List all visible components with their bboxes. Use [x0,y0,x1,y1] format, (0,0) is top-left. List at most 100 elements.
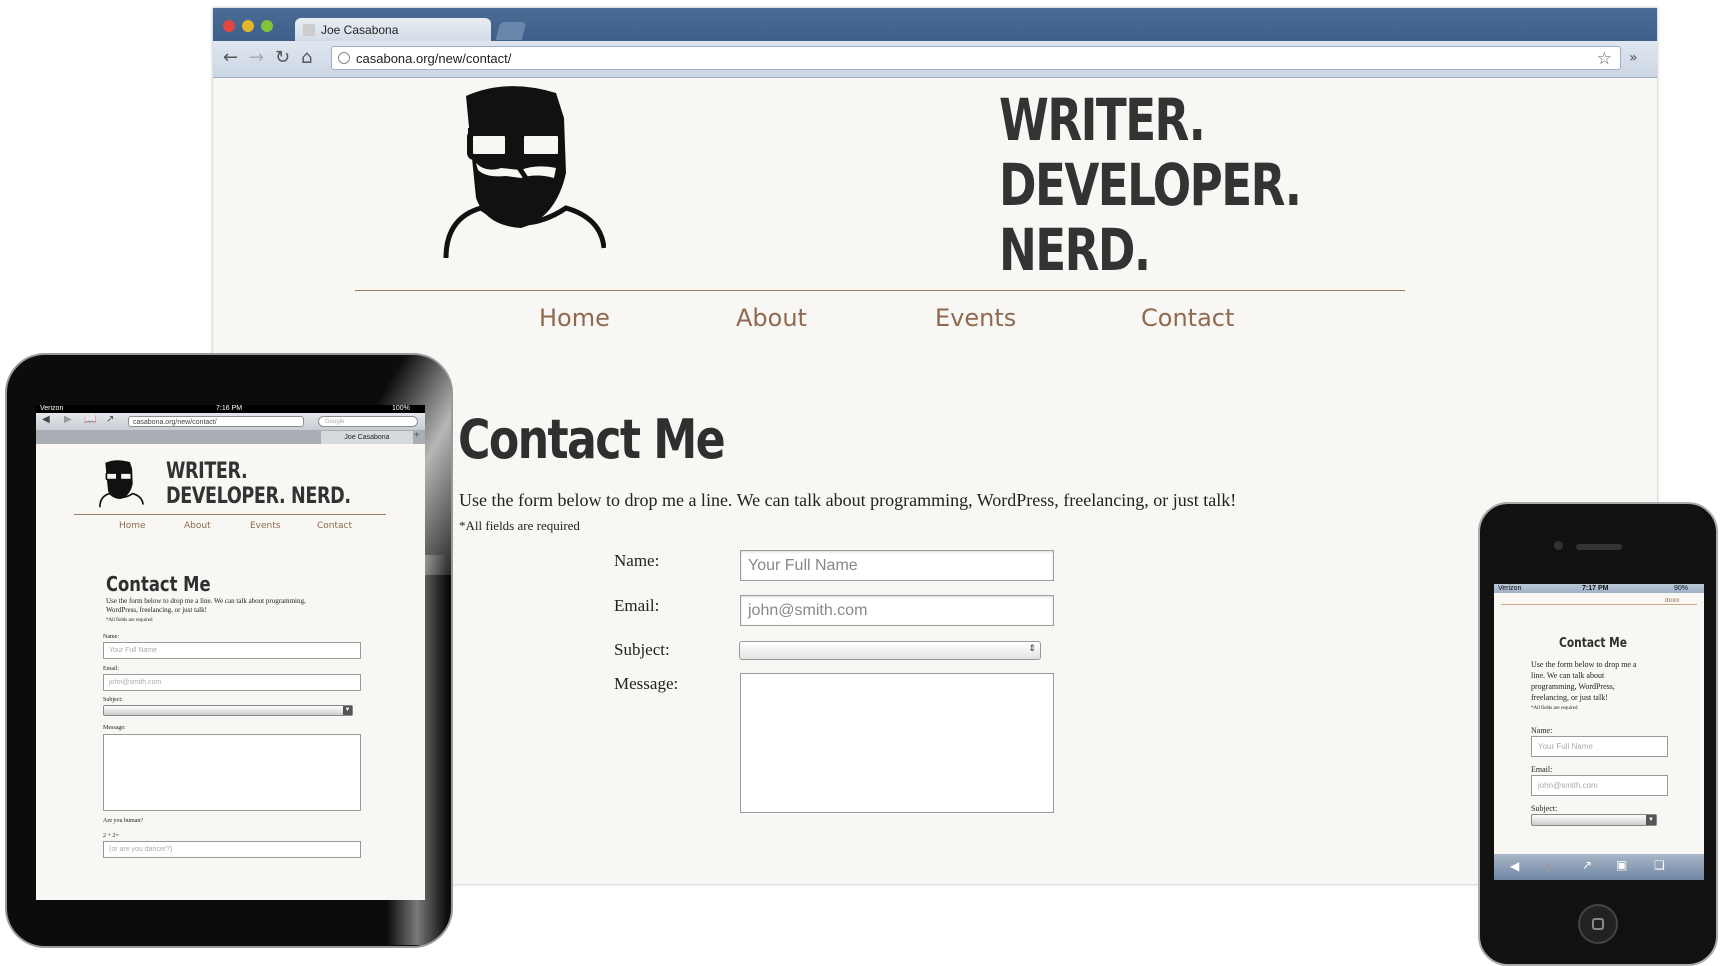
intro-text: Use the form below to drop me a line. We… [459,490,1237,510]
ipad-tagline-1: WRITER. [166,459,248,484]
ipad-nav-events[interactable]: Events [250,521,280,531]
ipad-battery: 100% [392,405,410,412]
ipad-status-bar: Verizon 7:16 PM 100% [36,405,425,413]
ipad-bookmarks-icon[interactable]: 📖 [84,414,96,425]
ipad-search-field[interactable]: Google [318,416,418,427]
iphone-bookmarks-icon[interactable]: ▣ [1616,858,1627,873]
ipad-name-input[interactable]: Your Full Name [103,642,361,659]
ipad-name-label: Name: [103,634,119,640]
iphone-page-title: Contact Me [1559,636,1627,651]
tagline-line-2: DEVELOPER. [999,151,1302,219]
new-tab-button[interactable] [495,22,527,40]
iphone-tabs-icon[interactable]: ❏ [1654,858,1665,873]
nav-contact-link[interactable]: Contact [1141,304,1234,332]
tagline-line-1: WRITER. [999,86,1206,154]
iphone-share-icon[interactable]: ↗ [1582,858,1592,873]
ipad-back-icon[interactable]: ◀ [42,414,50,425]
iphone-select-chevron-down-icon: ▼ [1646,815,1656,825]
minimize-window-button[interactable] [242,20,254,32]
ipad-time: 7:16 PM [216,405,243,412]
iphone-time: 7:17 PM [1582,585,1609,592]
ipad-screen: Verizon 7:16 PM 100% ◀ ▶ 📖 ↗ casabona.or… [36,405,425,900]
ipad-safari-toolbar: ◀ ▶ 📖 ↗ casabona.org/new/contact/ Google [36,413,425,430]
iphone-name-input[interactable]: Your Full Name [1531,736,1668,757]
home-square-icon [1592,918,1604,930]
ipad-carrier: Verizon [40,405,64,412]
iphone-device: Verizon 7:17 PM 90% more Contact Me Use … [1478,502,1718,966]
ipad-captcha-label: 2 + 2= [103,833,119,839]
iphone-more-link[interactable]: more [1665,596,1679,604]
iphone-speaker [1576,544,1622,550]
ipad-new-tab-icon[interactable]: + [414,430,420,441]
required-note: *All fields are required [459,518,580,533]
subject-label: Subject: [614,640,670,659]
browser-titlebar: Joe Casabona [213,8,1657,42]
chevron-right-icon[interactable]: » [1629,50,1638,66]
address-bar[interactable]: casabona.org/new/contact/ ☆ [331,46,1621,70]
ipad-page-title: Contact Me [106,572,211,596]
forward-arrow-icon[interactable]: → [249,47,264,68]
ipad-human-label: Are you human? [103,818,143,824]
page-title: Contact Me [458,408,726,471]
ipad-tab-strip: Joe Casabona + [36,430,425,444]
ipad-subject-label: Subject: [103,697,123,703]
reload-icon[interactable]: ↻ [275,47,290,68]
ipad-nav-home[interactable]: Home [119,521,146,531]
nav-home-link[interactable]: Home [539,304,610,332]
ipad-device: Verizon 7:16 PM 100% ◀ ▶ 📖 ↗ casabona.or… [5,353,453,948]
iphone-subject-select[interactable]: ▼ [1531,814,1657,826]
iphone-carrier: Verizon [1498,585,1522,592]
ipad-nav-contact[interactable]: Contact [317,521,352,531]
iphone-email-label: Email: [1531,765,1553,774]
ipad-divider [74,514,386,515]
back-arrow-icon[interactable]: ← [223,47,238,68]
iphone-forward-icon[interactable]: ▶ [1546,859,1555,874]
zoom-window-button[interactable] [261,20,273,32]
name-input[interactable]: Your Full Name [740,550,1054,581]
iphone-home-button[interactable] [1578,904,1618,944]
header-divider [355,290,1405,291]
ipad-message-textarea[interactable] [103,734,361,811]
email-input[interactable]: john@smith.com [740,595,1054,626]
ipad-message-label: Message: [103,725,126,731]
browser-tab[interactable]: Joe Casabona [295,18,491,42]
ipad-required-note: *All fields are required [106,618,153,623]
close-window-button[interactable] [223,20,235,32]
ipad-email-label: Email: [103,666,119,672]
ipad-address-bar[interactable]: casabona.org/new/contact/ [128,416,304,427]
browser-toolbar: ← → ↻ ⌂ casabona.org/new/contact/ ☆ » [213,41,1657,78]
iphone-divider [1501,604,1697,605]
iphone-required-note: *All fields are required [1531,706,1578,711]
iphone-battery: 90% [1674,585,1689,592]
address-bar-url: casabona.org/new/contact/ [356,51,512,66]
favicon-icon [303,24,315,36]
iphone-email-input[interactable]: john@smith.com [1531,775,1668,796]
globe-icon [338,52,350,64]
ipad-captcha-input[interactable]: (or are you dancer?) [103,841,361,858]
iphone-subject-label: Subject: [1531,804,1558,813]
message-label: Message: [614,674,679,693]
subject-select[interactable]: ⇕ [739,641,1041,660]
message-textarea[interactable] [740,673,1054,813]
ipad-subject-select[interactable]: ▼ [103,705,353,716]
tagline-line-3: NERD. [999,216,1151,284]
ipad-intro: Use the form below to drop me a line. We… [106,597,306,614]
nav-about-link[interactable]: About [736,304,807,332]
ipad-share-icon[interactable]: ↗ [106,414,114,425]
ipad-tab[interactable]: Joe Casabona [321,431,413,444]
ipad-forward-icon[interactable]: ▶ [64,414,72,425]
bookmark-star-icon[interactable]: ☆ [1597,47,1612,71]
iphone-status-bar: Verizon 7:17 PM 90% [1494,584,1704,593]
ipad-site-logo [99,460,144,508]
iphone-safari-toolbar: ◀ ▶ ↗ ▣ ❏ [1494,854,1704,880]
ipad-email-input[interactable]: john@smith.com [103,674,361,691]
site-logo [443,86,606,259]
name-label: Name: [614,551,660,570]
nav-events-link[interactable]: Events [935,304,1016,332]
browser-tab-title: Joe Casabona [321,23,399,37]
iphone-name-label: Name: [1531,726,1553,735]
ipad-nav-about[interactable]: About [184,521,211,531]
iphone-camera [1554,541,1563,550]
iphone-back-icon[interactable]: ◀ [1510,859,1519,874]
home-icon[interactable]: ⌂ [301,47,312,68]
